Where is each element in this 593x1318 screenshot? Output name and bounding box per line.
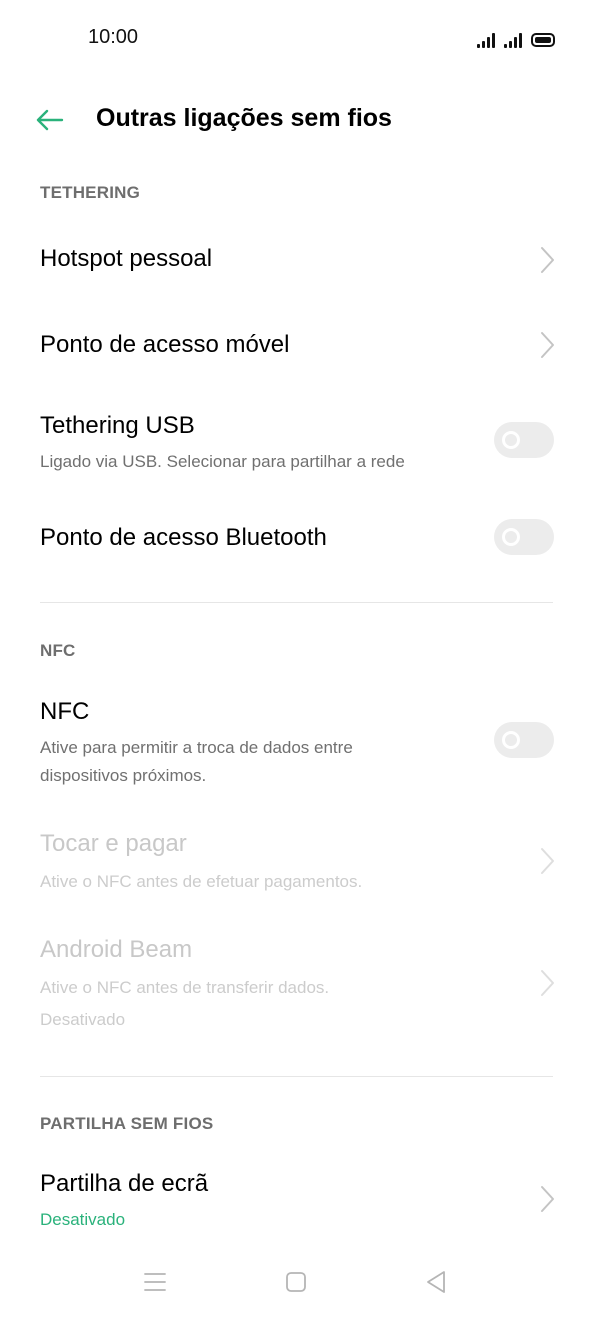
row-title: Hotspot pessoal — [40, 245, 213, 272]
status-bar: 10:00 — [0, 0, 593, 76]
navigation-bar — [0, 1250, 593, 1314]
toggle-knob — [502, 431, 520, 449]
page-title: Outras ligações sem fios — [96, 104, 392, 132]
section-header-tethering: TETHERING — [40, 183, 141, 202]
row-subtitle-line1: Ative o NFC antes de transferir dados. — [40, 978, 330, 997]
row-partilha-de-ecra[interactable]: Partilha de ecrã Desativado — [0, 1150, 593, 1246]
chevron-right-icon — [541, 970, 554, 996]
recents-button[interactable] — [135, 1266, 175, 1298]
chevron-right-icon — [541, 247, 554, 273]
arrow-left-icon — [36, 109, 64, 131]
nfc-toggle[interactable] — [494, 722, 554, 758]
row-title: Tethering USB — [40, 412, 195, 439]
row-title: Partilha de ecrã — [40, 1170, 209, 1197]
row-subtitle: Ative o NFC antes de efetuar pagamentos. — [40, 872, 363, 891]
row-subtitle: Ligado via USB. Selecionar para partilha… — [40, 452, 405, 471]
signal-icon — [477, 32, 495, 48]
menu-icon — [144, 1273, 166, 1291]
battery-icon — [531, 33, 555, 47]
toggle-knob — [502, 528, 520, 546]
row-subtitle-status: Desativado — [40, 1210, 126, 1229]
chevron-right-icon — [541, 848, 554, 874]
divider — [40, 602, 553, 603]
row-ponto-acesso-bluetooth[interactable]: Ponto de acesso Bluetooth — [0, 496, 593, 582]
divider — [40, 1076, 553, 1077]
status-time: 10:00 — [88, 26, 139, 48]
bluetooth-hotspot-toggle[interactable] — [494, 519, 554, 555]
row-nfc[interactable]: NFC Ative para permitir a troca de dados… — [0, 676, 593, 800]
chevron-right-icon — [541, 332, 554, 358]
toggle-knob — [502, 731, 520, 749]
toolbar: Outras ligações sem fios — [0, 88, 593, 152]
row-title: Android Beam — [40, 936, 193, 963]
row-ponto-acesso-movel[interactable]: Ponto de acesso móvel — [0, 302, 593, 388]
section-header-partilha: PARTILHA SEM FIOS — [40, 1114, 214, 1133]
row-subtitle-line2: dispositivos próximos. — [40, 766, 207, 785]
chevron-right-icon — [541, 1186, 554, 1212]
row-android-beam[interactable]: Android Beam Ative o NFC antes de transf… — [0, 916, 593, 1056]
row-tethering-usb[interactable]: Tethering USB Ligado via USB. Selecionar… — [0, 392, 593, 492]
status-icons — [477, 28, 555, 48]
row-tocar-e-pagar[interactable]: Tocar e pagar Ative o NFC antes de efetu… — [0, 810, 593, 910]
home-button[interactable] — [276, 1266, 316, 1298]
back-button[interactable] — [28, 100, 72, 140]
row-title: Tocar e pagar — [40, 830, 187, 857]
row-title: Ponto de acesso Bluetooth — [40, 524, 327, 551]
tethering-usb-toggle[interactable] — [494, 422, 554, 458]
back-triangle-icon — [427, 1271, 445, 1293]
row-subtitle-line2: Desativado — [40, 1010, 126, 1029]
home-square-icon — [286, 1272, 306, 1292]
row-title: Ponto de acesso móvel — [40, 331, 290, 358]
row-hotspot-pessoal[interactable]: Hotspot pessoal — [0, 218, 593, 302]
row-subtitle-line1: Ative para permitir a troca de dados ent… — [40, 738, 353, 757]
row-title: NFC — [40, 698, 90, 725]
back-nav-button[interactable] — [416, 1266, 456, 1298]
signal-icon-2 — [504, 32, 522, 48]
section-header-nfc: NFC — [40, 641, 76, 660]
